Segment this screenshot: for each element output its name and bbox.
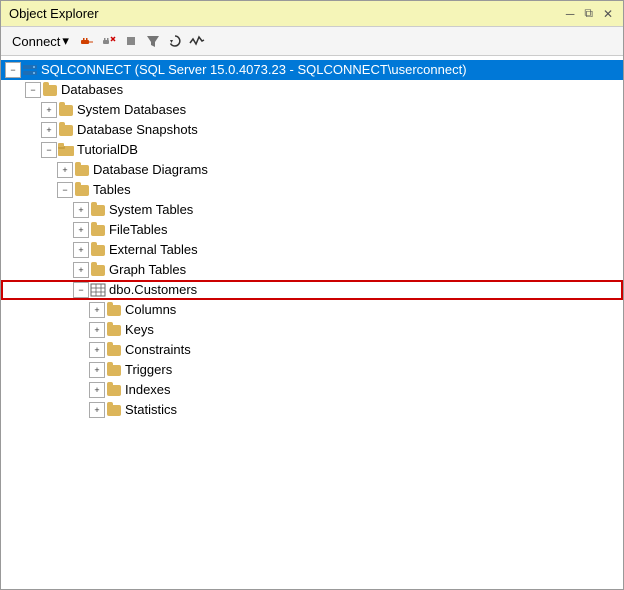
keys-label: Keys (125, 321, 154, 339)
system-tables-label: System Tables (109, 201, 193, 219)
refresh-icon[interactable] (166, 32, 184, 50)
databases-label: Databases (61, 81, 123, 99)
columns-folder-icon (106, 302, 122, 318)
tree-node-external-tables[interactable]: + External Tables (1, 240, 623, 260)
triggers-folder-icon (106, 362, 122, 378)
system-databases-label: System Databases (77, 101, 186, 119)
expand-tutorialdb[interactable]: − (41, 142, 57, 158)
activity-monitor-icon[interactable] (188, 32, 206, 50)
statistics-label: Statistics (125, 401, 177, 419)
tree-node-tutorialdb[interactable]: − TutorialDB (1, 140, 623, 160)
tree-node-graph-tables[interactable]: + Graph Tables (1, 260, 623, 280)
tables-label: Tables (93, 181, 131, 199)
file-tables-label: FileTables (109, 221, 168, 239)
tree-node-database-snapshots[interactable]: + Database Snapshots (1, 120, 623, 140)
database-diagrams-label: Database Diagrams (93, 161, 208, 179)
tree-node-system-tables[interactable]: + System Tables (1, 200, 623, 220)
new-connection-icon[interactable] (78, 32, 96, 50)
connect-button[interactable]: Connect ▾ (7, 30, 74, 52)
graph-tables-label: Graph Tables (109, 261, 186, 279)
expand-indexes[interactable]: + (89, 382, 105, 398)
tree-node-root[interactable]: − SQLCONNECT (SQL Server 15.0.4073.23 - … (1, 60, 623, 80)
title-bar-controls: ─ ⧉ ✕ (564, 6, 615, 21)
tree-node-system-databases[interactable]: + System Databases (1, 100, 623, 120)
file-tables-folder-icon (90, 222, 106, 238)
tree-node-statistics[interactable]: + Statistics (1, 400, 623, 420)
root-label: SQLCONNECT (SQL Server 15.0.4073.23 - SQ… (41, 61, 467, 79)
tree-node-constraints[interactable]: + Constraints (1, 340, 623, 360)
expand-root[interactable]: − (5, 62, 21, 78)
expand-external-tables[interactable]: + (73, 242, 89, 258)
expand-tables[interactable]: − (57, 182, 73, 198)
tree-node-dbo-customers[interactable]: − dbo.Customers (1, 280, 623, 300)
columns-label: Columns (125, 301, 176, 319)
tree-node-tables[interactable]: − Tables (1, 180, 623, 200)
filter-icon[interactable] (144, 32, 162, 50)
statistics-folder-icon (106, 402, 122, 418)
keys-folder-icon (106, 322, 122, 338)
stop-icon[interactable] (122, 32, 140, 50)
tree-node-database-diagrams[interactable]: + Database Diagrams (1, 160, 623, 180)
external-tables-label: External Tables (109, 241, 198, 259)
expand-databases[interactable]: − (25, 82, 41, 98)
tree-node-databases[interactable]: − Databases (1, 80, 623, 100)
tree-node-keys[interactable]: + Keys (1, 320, 623, 340)
connect-label: Connect (12, 34, 60, 49)
tree-node-columns[interactable]: + Columns (1, 300, 623, 320)
tables-folder-icon (74, 182, 90, 198)
object-explorer-window: Object Explorer ─ ⧉ ✕ Connect ▾ (0, 0, 624, 590)
pin-button[interactable]: ─ (564, 7, 577, 21)
disconnect-icon[interactable] (100, 32, 118, 50)
system-tables-folder-icon (90, 202, 106, 218)
graph-tables-folder-icon (90, 262, 106, 278)
expand-triggers[interactable]: + (89, 362, 105, 378)
external-tables-folder-icon (90, 242, 106, 258)
expand-dbo-customers[interactable]: − (73, 282, 89, 298)
expand-database-diagrams[interactable]: + (57, 162, 73, 178)
float-button[interactable]: ⧉ (582, 6, 595, 21)
expand-columns[interactable]: + (89, 302, 105, 318)
dbo-customers-table-icon (90, 282, 106, 298)
dbo-customers-label: dbo.Customers (109, 281, 197, 299)
connect-dropdown-arrow: ▾ (62, 33, 69, 49)
databases-folder-icon (42, 82, 58, 98)
triggers-label: Triggers (125, 361, 172, 379)
object-explorer-tree[interactable]: − SQLCONNECT (SQL Server 15.0.4073.23 - … (1, 56, 623, 589)
expand-keys[interactable]: + (89, 322, 105, 338)
title-bar: Object Explorer ─ ⧉ ✕ (1, 1, 623, 27)
database-diagrams-folder-icon (74, 162, 90, 178)
expand-database-snapshots[interactable]: + (41, 122, 57, 138)
window-title: Object Explorer (9, 6, 99, 21)
indexes-folder-icon (106, 382, 122, 398)
tutorialdb-label: TutorialDB (77, 141, 138, 159)
toolbar: Connect ▾ (1, 27, 623, 56)
expand-file-tables[interactable]: + (73, 222, 89, 238)
system-databases-folder-icon (58, 102, 74, 118)
expand-system-databases[interactable]: + (41, 102, 57, 118)
database-snapshots-folder-icon (58, 122, 74, 138)
tree-node-file-tables[interactable]: + FileTables (1, 220, 623, 240)
database-snapshots-label: Database Snapshots (77, 121, 198, 139)
tree-node-indexes[interactable]: + Indexes (1, 380, 623, 400)
expand-graph-tables[interactable]: + (73, 262, 89, 278)
tree-node-triggers[interactable]: + Triggers (1, 360, 623, 380)
constraints-label: Constraints (125, 341, 191, 359)
expand-system-tables[interactable]: + (73, 202, 89, 218)
expand-constraints[interactable]: + (89, 342, 105, 358)
close-button[interactable]: ✕ (601, 7, 615, 21)
constraints-folder-icon (106, 342, 122, 358)
tutorialdb-folder-icon (58, 142, 74, 158)
indexes-label: Indexes (125, 381, 171, 399)
expand-statistics[interactable]: + (89, 402, 105, 418)
server-icon (22, 62, 38, 78)
